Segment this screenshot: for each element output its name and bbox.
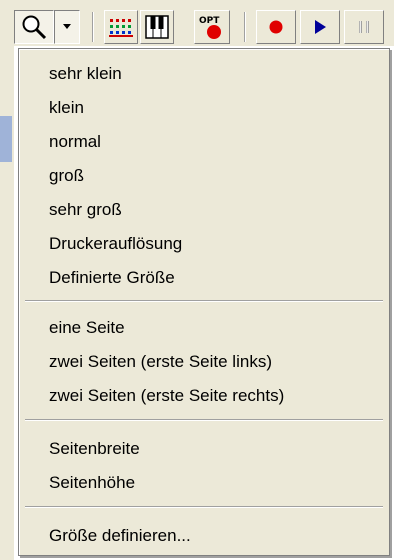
menu-item-seitenbreite[interactable]: Seitenbreite [49,434,140,464]
keyboard-button[interactable] [140,10,174,44]
menu-item-gross[interactable]: groß [49,161,84,191]
keyboard-icon [145,15,169,39]
magnifier-icon [22,15,47,40]
toolbar-separator [92,12,94,42]
menu-separator [25,506,383,508]
toolbar-separator [244,12,246,42]
menu-item-sehr-gross[interactable]: sehr groß [49,195,122,225]
background-selection [0,116,12,162]
options-record-icon: OPT [199,16,221,39]
svg-text:OPT: OPT [199,16,220,26]
menu-item-eine-seite[interactable]: eine Seite [49,313,125,343]
dropdown-arrow-icon [63,24,71,29]
menu-item-definierte-groesse[interactable]: Definierte Größe [49,263,175,293]
menu-item-zwei-seiten-rechts[interactable]: zwei Seiten (erste Seite rechts) [49,381,284,411]
menu-separator [25,300,383,302]
background-window-edge [0,46,14,560]
zoom-button[interactable] [14,10,54,44]
play-icon [315,20,326,34]
play-button[interactable] [300,10,340,44]
pause-icon [359,21,369,33]
menu-item-groesse-definieren[interactable]: Größe definieren... [49,521,191,551]
record-button[interactable] [256,10,296,44]
piano-roll-icon [109,19,133,37]
record-icon [269,20,283,34]
menu-item-zwei-seiten-links[interactable]: zwei Seiten (erste Seite links) [49,347,272,377]
toolbar: OPT [0,0,394,46]
menu-separator [25,419,383,421]
pause-button[interactable] [344,10,384,44]
zoom-dropdown-button[interactable] [54,10,80,44]
menu-item-druckeraufloesung[interactable]: Druckerauflösung [49,229,182,259]
menu-item-seitenhoehe[interactable]: Seitenhöhe [49,468,135,498]
menu-item-klein[interactable]: klein [49,93,84,123]
zoom-dropdown-menu: sehr klein klein normal groß sehr groß D… [18,48,390,556]
options-record-button[interactable]: OPT [194,10,230,44]
piano-roll-button[interactable] [104,10,138,44]
menu-item-sehr-klein[interactable]: sehr klein [49,59,122,89]
menu-item-normal[interactable]: normal [49,127,101,157]
